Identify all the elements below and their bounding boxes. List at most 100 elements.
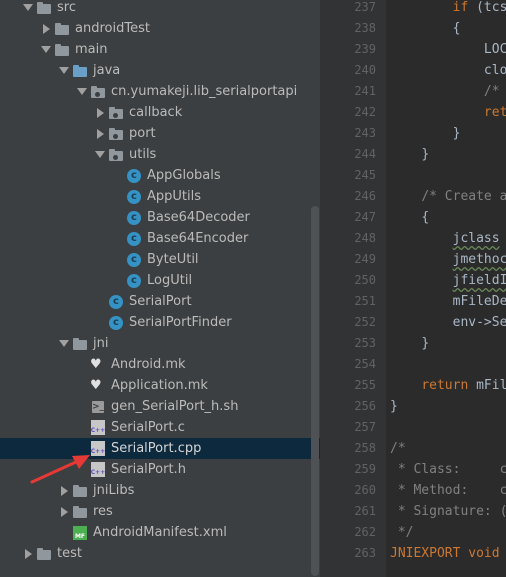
cpp-glyph: C++ [91,419,105,435]
tree-item-label: callback [129,105,183,120]
tree-item-base64decoder[interactable]: c Base64Decoder [0,207,320,228]
no-chevron [110,165,126,186]
no-chevron [110,249,126,270]
project-tree-scrollbar[interactable] [311,206,319,576]
tree-item-label: Android.mk [111,357,186,372]
tree-item-androidtest[interactable]: androidTest [0,18,320,39]
tree-item-android-mk[interactable]: ♥ Android.mk [0,354,320,375]
code-token: } [452,126,461,141]
line-number: 249 [354,252,376,266]
code-editor[interactable]: if (tcs { LOC clo /* ret } } /* Create a… [386,0,506,577]
class-badge: c [127,252,141,267]
code-token: */ [390,525,414,540]
chevron-down-icon[interactable] [20,0,36,18]
chevron-right-icon[interactable] [38,18,54,39]
code-token: { [421,210,430,225]
tree-item-label: SerialPort.c [111,420,185,435]
code-token: jclass [452,231,500,246]
tree-item-byteutil[interactable]: c ByteUtil [0,249,320,270]
java-class-icon: c [108,294,124,310]
tree-item-utils[interactable]: utils [0,144,320,165]
code-token: void [460,546,500,561]
no-chevron [110,228,126,249]
tree-item-port[interactable]: port [0,123,320,144]
tree-item-androidmanifest-xml[interactable]: MF AndroidManifest.xml [0,522,320,543]
tree-item-jni[interactable]: jni [0,333,320,354]
code-line: } [390,396,398,417]
chevron-down-icon[interactable] [92,144,108,165]
code-line: jfieldI [390,270,506,291]
chevron-down-icon[interactable] [56,333,72,354]
line-number: 240 [354,63,376,77]
tree-item-label: Base64Encoder [147,231,249,246]
code-line: /* [390,81,500,102]
tree-item-serialportfinder[interactable]: c SerialPortFinder [0,312,320,333]
tree-item-cn-yumakeji-lib-serialportapi[interactable]: cn.yumakeji.lib_serialportapi [0,81,320,102]
tree-item-res[interactable]: res [0,501,320,522]
code-token: /* [390,441,406,456]
tree-item-src[interactable]: src [0,0,320,18]
chevron-right-icon[interactable] [56,501,72,522]
tree-item-label: test [57,546,82,561]
line-number: 257 [354,420,376,434]
makefile-glyph: ♥ [90,377,102,393]
line-number: 246 [354,189,376,203]
resource-folder-icon [72,504,88,520]
code-token: jmethoc [452,252,506,267]
chevron-down-icon[interactable] [38,39,54,60]
c-file-icon: C++ [90,419,106,436]
folder-icon [36,0,52,16]
tree-item-gen-serialport-h-sh[interactable]: >_ gen_SerialPort_h.sh [0,396,320,417]
tree-item-callback[interactable]: callback [0,102,320,123]
java-class-icon: c [126,273,142,289]
line-number: 248 [354,231,376,245]
java-class-icon: c [126,231,142,247]
package-dot [113,154,118,160]
tree-item-application-mk[interactable]: ♥ Application.mk [0,375,320,396]
code-token: mFil [468,378,506,393]
java-class-icon: c [126,252,142,268]
tree-item-java[interactable]: java [0,60,320,81]
manifest-icon: MF [72,525,88,541]
tree-item-label: Base64Decoder [147,210,250,225]
line-number: 259 [354,462,376,476]
no-chevron [110,270,126,291]
package-dot [95,91,100,97]
chevron-right-icon[interactable] [92,123,108,144]
tree-item-serialport-c[interactable]: C++ SerialPort.c [0,417,320,438]
code-line: } [390,144,429,165]
makefile-glyph: ♥ [90,356,102,372]
tree-item-base64encoder[interactable]: c Base64Encoder [0,228,320,249]
chevron-right-icon[interactable] [20,543,36,564]
line-number: 241 [354,84,376,98]
class-badge: c [109,315,123,330]
line-number: 239 [354,42,376,56]
tree-item-label: utils [129,147,157,162]
code-line: jclass [390,228,500,249]
chevron-down-icon[interactable] [56,60,72,81]
no-chevron [110,207,126,228]
tree-item-main[interactable]: main [0,39,320,60]
chevron-down-icon[interactable] [74,81,90,102]
chevron-right-icon[interactable] [92,102,108,123]
package-icon [108,105,124,121]
tree-item-label: SerialPort [129,294,192,309]
tree-item-logutil[interactable]: c LogUtil [0,270,320,291]
code-line: if (tcs [390,0,506,18]
class-badge: c [127,168,141,183]
tree-item-label: main [75,42,108,57]
java-class-icon: c [126,189,142,205]
tree-item-label: SerialPort.cpp [111,441,202,456]
tree-item-appglobals[interactable]: c AppGlobals [0,165,320,186]
tree-item-apputils[interactable]: c AppUtils [0,186,320,207]
code-token: { [452,21,461,36]
tree-item-test[interactable]: test [0,543,320,564]
code-token: LOC [483,42,506,57]
tree-item-serialport[interactable]: c SerialPort [0,291,320,312]
